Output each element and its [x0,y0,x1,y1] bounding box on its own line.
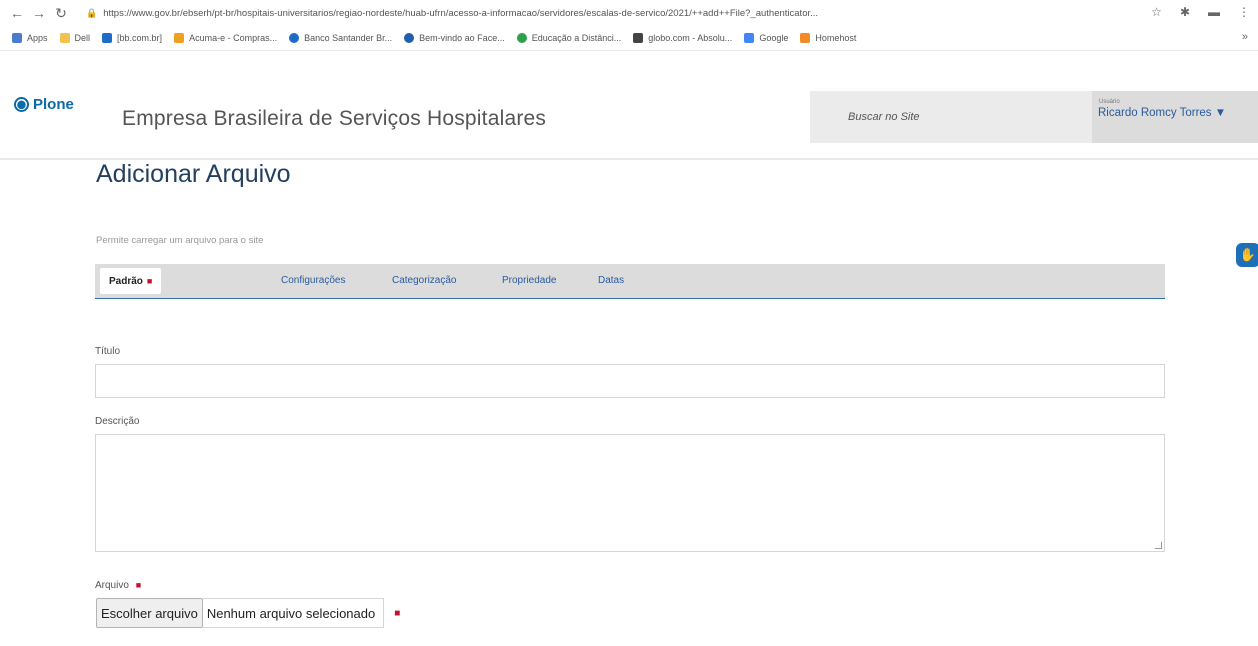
store-icon [174,33,185,43]
profile-icon[interactable]: ▬ [1208,5,1220,19]
back-arrow-icon[interactable]: ← [6,5,28,21]
forward-arrow-icon[interactable]: → [28,5,50,21]
accessibility-hand-icon[interactable]: ✋ [1236,243,1258,267]
site-search [810,91,1092,143]
plone-logo-icon: ⬤ [14,97,29,112]
description-textarea[interactable] [95,434,1165,552]
reload-icon[interactable]: ↻ [50,5,72,22]
tab-datas[interactable]: Datas [598,275,624,286]
folder-icon [59,33,70,43]
apps-grid-icon [12,33,22,43]
star-icon[interactable]: ☆ [1151,5,1162,19]
bookmark-dell[interactable]: Dell [59,33,90,43]
globo-icon [633,33,644,43]
page-description: Permite carregar um arquivo para o site [96,235,264,246]
homehost-icon [800,33,811,43]
tab-configuracoes[interactable]: Configurações [281,275,345,286]
bookmark-educacao[interactable]: Educação a Distânci... [516,33,621,43]
google-icon [744,33,755,43]
file-upload: Escolher arquivo Nenhum arquivo selecion… [96,598,400,628]
bookmark-facebook[interactable]: Bem-vindo ao Face... [404,33,505,43]
bookmark-santander[interactable]: Banco Santander Br... [289,33,392,43]
lock-icon: 🔒 [86,7,98,18]
url-field[interactable]: https://www.gov.br/ebserh/pt-br/hospitai… [103,8,1023,19]
bookmark-google[interactable]: Google [744,33,788,43]
required-marker-icon: ■ [135,580,142,590]
description-label: Descrição [95,416,140,427]
facebook-icon [404,33,415,43]
menu-dots-icon[interactable]: ⋮ [1238,5,1250,19]
bookmarks-bar: Apps Dell [bb.com.br] Acuma-e - Compras.… [0,26,1258,51]
resize-handle-icon[interactable] [1155,542,1162,549]
bookmark-globo[interactable]: globo.com - Absolu... [633,33,732,43]
required-marker-icon: ■ [146,276,153,286]
plone-logo[interactable]: ⬤ Plone [14,96,74,113]
title-input[interactable] [95,364,1165,398]
bookmark-acuma[interactable]: Acuma-e - Compras... [174,33,277,43]
browser-address-bar: ← → ↻ 🔒 https://www.gov.br/ebserh/pt-br/… [0,0,1258,26]
choose-file-button[interactable]: Escolher arquivo [96,598,203,628]
user-label: Usuário [1099,99,1120,105]
bookmark-bb[interactable]: [bb.com.br] [102,33,162,43]
bb-icon [102,33,113,43]
title-label: Título [95,346,121,357]
file-status: Nenhum arquivo selecionado [202,598,385,628]
browser-tools: ☆ ✱ ▬ ⋮ [1151,5,1250,19]
user-menu[interactable]: Usuário Ricardo Romcy Torres ▼ [1092,91,1258,143]
user-name[interactable]: Ricardo Romcy Torres ▼ [1098,107,1226,119]
more-bookmarks-icon[interactable]: » [1242,31,1248,43]
site-title[interactable]: Empresa Brasileira de Serviços Hospitala… [122,107,546,131]
santander-icon [289,33,300,43]
tab-padrao[interactable]: Padrão ■ [100,268,162,294]
tab-categorizacao[interactable]: Categorização [392,275,456,286]
bookmark-apps[interactable]: Apps [12,33,48,43]
extension-icon[interactable]: ✱ [1180,5,1190,19]
tab-propriedade[interactable]: Propriedade [502,275,556,286]
education-icon [516,33,527,43]
page-title: Adicionar Arquivo [96,160,291,188]
required-marker-icon: ■ [394,607,401,619]
bookmark-homehost[interactable]: Homehost [800,33,856,43]
search-input[interactable] [846,110,1070,124]
form-tabs: Padrão ■ Configurações Categorização Pro… [95,264,1165,299]
file-label: Arquivo ■ [95,580,142,591]
